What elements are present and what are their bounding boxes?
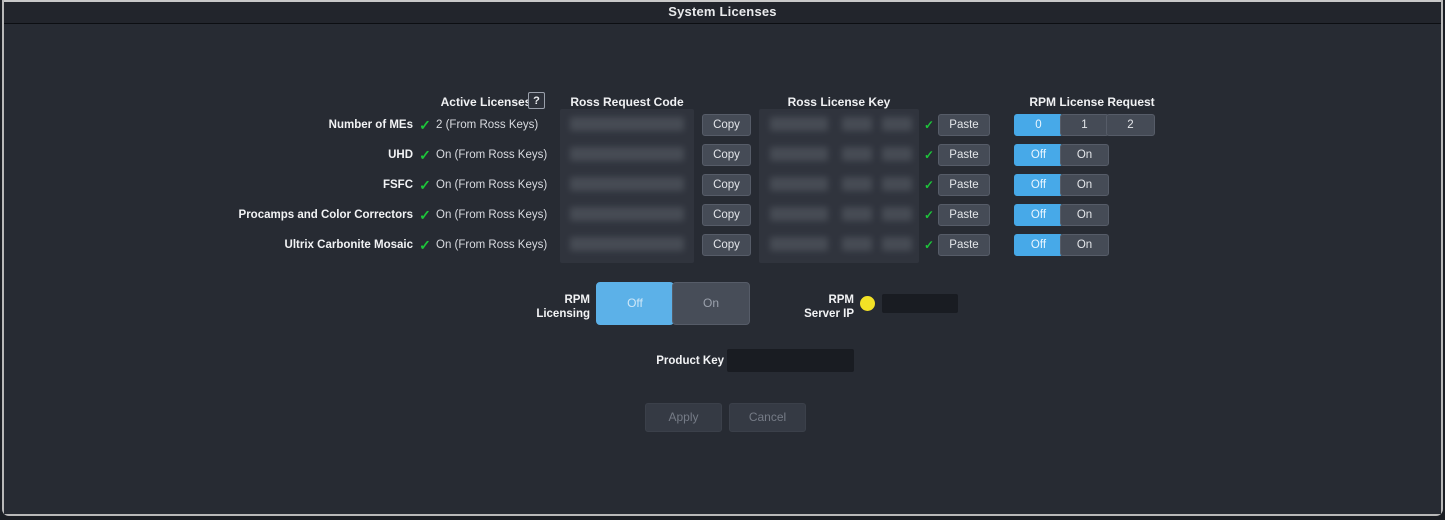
license-key-value-part3 [882, 207, 912, 221]
copy-button[interactable]: Copy [702, 204, 751, 226]
rpm-request-option-on[interactable]: On [1060, 144, 1109, 166]
rpm-server-ip-label-line1: RPM [828, 294, 854, 306]
license-key-value-part2 [842, 147, 872, 161]
rpm-request-option-off[interactable]: Off [1014, 234, 1063, 256]
paste-check-icon: ✓ [923, 178, 935, 192]
paste-check-icon: ✓ [923, 208, 935, 222]
rpm-licensing-label-line1: RPM [564, 294, 590, 306]
cancel-button[interactable]: Cancel [729, 403, 806, 432]
rpm-licensing-label-line2: Licensing [536, 308, 590, 320]
paste-check-icon: ✓ [923, 238, 935, 252]
rpm-request-option-off[interactable]: Off [1014, 174, 1063, 196]
table-row: Number of MEs ✓ 2 (From Ross Keys) Copy … [4, 110, 1441, 140]
license-key-value [770, 117, 828, 131]
request-code-value [570, 177, 684, 191]
column-header-ross-request-code: Ross Request Code [570, 95, 684, 109]
copy-button[interactable]: Copy [702, 174, 751, 196]
rpm-request-option-on[interactable]: On [1060, 204, 1109, 226]
rpm-request-option-on[interactable]: On [1060, 234, 1109, 256]
licenses-grid: Active Licenses ? Ross Request Code Ross… [4, 25, 1441, 275]
paste-button[interactable]: Paste [938, 204, 990, 226]
license-key-value [770, 207, 828, 221]
column-header-rpm-license-request: RPM License Request [1029, 95, 1155, 109]
license-key-value-part2 [842, 237, 872, 251]
rpm-request-option-off[interactable]: Off [1014, 144, 1063, 166]
system-licenses-window: System Licenses Active Licenses ? Ross R… [2, 0, 1443, 516]
paste-button[interactable]: Paste [938, 114, 990, 136]
rpm-server-status-led-icon [860, 296, 875, 311]
product-key-input[interactable] [727, 349, 854, 372]
active-check-icon: ✓ [419, 147, 431, 163]
license-key-value-part3 [882, 117, 912, 131]
active-check-icon: ✓ [419, 117, 431, 133]
rpm-request-option-on[interactable]: On [1060, 174, 1109, 196]
product-key-label: Product Key [656, 355, 724, 367]
paste-button[interactable]: Paste [938, 144, 990, 166]
rpm-server-ip-input[interactable] [882, 294, 958, 313]
row-label: Procamps and Color Correctors [238, 209, 413, 221]
paste-check-icon: ✓ [923, 148, 935, 162]
copy-button[interactable]: Copy [702, 234, 751, 256]
license-key-value-part2 [842, 117, 872, 131]
request-code-value [570, 207, 684, 221]
apply-button[interactable]: Apply [645, 403, 722, 432]
titlebar-highlight [4, 0, 1441, 2]
window-titlebar: System Licenses [4, 0, 1441, 24]
rpm-licensing-label: RPM Licensing [474, 293, 590, 321]
active-check-icon: ✓ [419, 237, 431, 253]
rpm-server-ip-label-line2: Server IP [804, 308, 854, 320]
paste-button[interactable]: Paste [938, 174, 990, 196]
license-key-value-part3 [882, 147, 912, 161]
window-content: Active Licenses ? Ross Request Code Ross… [4, 25, 1441, 514]
active-check-icon: ✓ [419, 207, 431, 223]
row-label: FSFC [382, 179, 413, 191]
copy-button[interactable]: Copy [702, 114, 751, 136]
license-key-value-part2 [842, 207, 872, 221]
rpm-request-option-2[interactable]: 2 [1106, 114, 1155, 136]
license-key-value-part3 [882, 237, 912, 251]
row-label: UHD [388, 149, 413, 161]
rpm-request-option-0[interactable]: 0 [1014, 114, 1063, 136]
active-check-icon: ✓ [419, 177, 431, 193]
rpm-request-option-1[interactable]: 1 [1060, 114, 1109, 136]
rpm-licensing-off-button[interactable]: Off [596, 282, 674, 325]
license-key-value [770, 237, 828, 251]
copy-button[interactable]: Copy [702, 144, 751, 166]
license-key-value [770, 177, 828, 191]
table-row: UHD ✓ On (From Ross Keys) Copy ✓ Paste O… [4, 140, 1441, 170]
request-code-value [570, 147, 684, 161]
license-key-value [770, 147, 828, 161]
rpm-server-ip-label: RPM Server IP [744, 293, 854, 321]
table-row: Ultrix Carbonite Mosaic ✓ On (From Ross … [4, 230, 1441, 260]
request-code-value [570, 117, 684, 131]
window-title: System Licenses [668, 4, 777, 19]
license-key-value-part3 [882, 177, 912, 191]
paste-button[interactable]: Paste [938, 234, 990, 256]
license-key-value-part2 [842, 177, 872, 191]
row-label: Ultrix Carbonite Mosaic [284, 239, 413, 251]
rpm-licensing-on-button[interactable]: On [672, 282, 750, 325]
table-row: Procamps and Color Correctors ✓ On (From… [4, 200, 1441, 230]
column-header-ross-license-key: Ross License Key [787, 95, 891, 109]
table-row: FSFC ✓ On (From Ross Keys) Copy ✓ Paste … [4, 170, 1441, 200]
paste-check-icon: ✓ [923, 118, 935, 132]
rpm-request-option-off[interactable]: Off [1014, 204, 1063, 226]
request-code-value [570, 237, 684, 251]
row-label: Number of MEs [328, 119, 413, 131]
